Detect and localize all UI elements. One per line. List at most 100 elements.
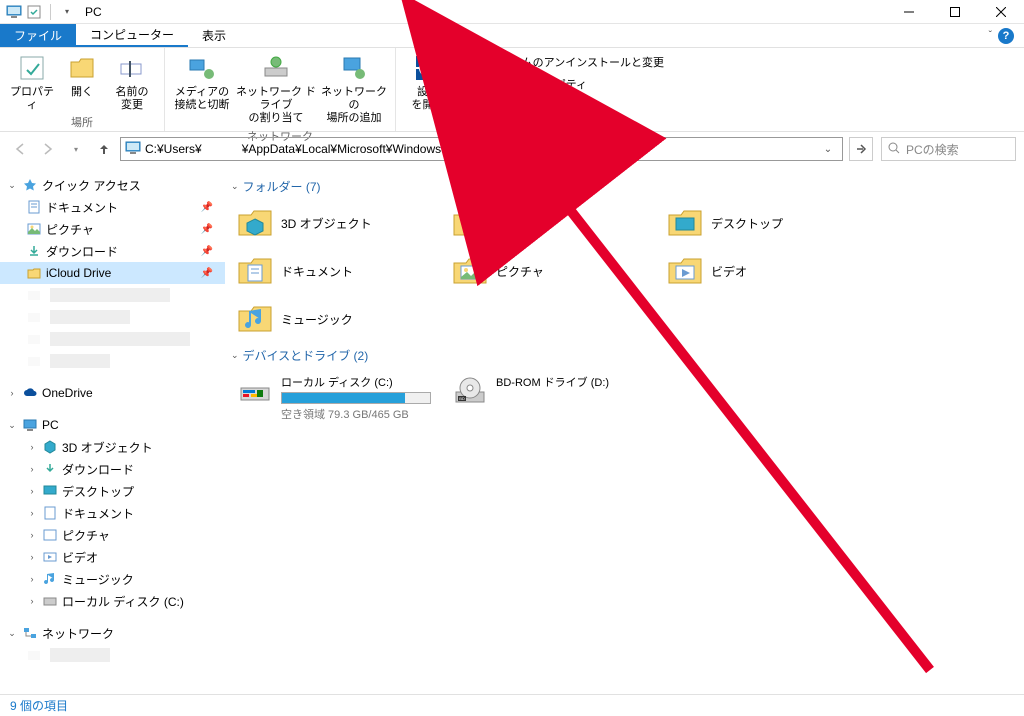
music-icon (42, 571, 58, 587)
status-item-count: 9 個の項目 (10, 697, 68, 714)
open-button[interactable]: 開く (58, 50, 106, 99)
chevron-down-icon: ⌄ (231, 350, 239, 361)
system-properties-icon (458, 76, 474, 92)
nav-item-music[interactable]: ›ミュージック (0, 568, 225, 590)
chevron-down-icon[interactable]: ⌄ (6, 420, 18, 431)
chevron-down-icon[interactable]: ⌄ (6, 180, 18, 191)
drive-usage-bar (281, 392, 431, 404)
nav-item-desktop[interactable]: ›デスクトップ (0, 480, 225, 502)
help-icon[interactable]: ? (998, 28, 1014, 44)
nav-item-redacted[interactable] (0, 644, 225, 666)
folder-label: ミュージック (281, 311, 353, 328)
nav-item-redacted[interactable] (0, 284, 225, 306)
nav-back-button[interactable] (8, 137, 32, 161)
folder-item[interactable]: ドキュメント (229, 247, 444, 295)
chevron-down-icon[interactable]: ⌄ (6, 628, 18, 639)
address-input[interactable] (145, 142, 814, 156)
rename-button[interactable]: 名前の 変更 (108, 50, 156, 112)
3d-icon (42, 439, 58, 455)
folder-item[interactable]: ピクチャ (444, 247, 659, 295)
nav-item-redacted[interactable] (0, 328, 225, 350)
nav-item-pictures[interactable]: ピクチャ 📌 (0, 218, 225, 240)
go-button[interactable] (849, 137, 873, 161)
drive-item[interactable]: ローカル ディスク (C:)空き領域 79.3 GB/465 GB (229, 368, 444, 428)
picture-icon (42, 527, 58, 543)
pc-icon (22, 417, 38, 433)
uninstall-icon (458, 54, 474, 70)
nav-item-pc-downloads[interactable]: ›ダウンロード (0, 458, 225, 480)
pin-icon: 📌 (201, 224, 213, 235)
folder-icon (237, 253, 273, 289)
group-header-drives[interactable]: ⌄ デバイスとドライブ (2) (229, 343, 1020, 368)
folder-item[interactable]: ミュージック (229, 295, 444, 343)
nav-pc[interactable]: ⌄ PC (0, 414, 225, 436)
maximize-button[interactable] (932, 0, 978, 24)
nav-item-pc-pictures[interactable]: ›ピクチャ (0, 524, 225, 546)
nav-item-redacted[interactable] (0, 350, 225, 372)
search-placeholder: PCの検索 (906, 141, 959, 158)
nav-network[interactable]: ⌄ ネットワーク (0, 622, 225, 644)
ribbon-collapse-icon[interactable]: ˇ (989, 30, 992, 41)
video-icon (42, 549, 58, 565)
navigation-pane: ⌄ クイック アクセス ドキュメント 📌 ピクチャ 📌 ダウンロード 📌 iCl… (0, 166, 225, 694)
pin-icon: 📌 (201, 246, 213, 257)
tab-file[interactable]: ファイル (0, 24, 76, 47)
search-box[interactable]: PCの検索 (881, 137, 1016, 161)
nav-up-button[interactable] (92, 137, 116, 161)
nav-item-icloud[interactable]: iCloud Drive 📌 (0, 262, 225, 284)
search-icon (888, 142, 900, 157)
ribbon: プロパティ 開く 名前の 変更 場所 メディアの 接続と切断 ネットワーク ドラ… (0, 48, 1024, 132)
tab-view[interactable]: 表示 (188, 24, 240, 47)
nav-onedrive[interactable]: › OneDrive (0, 382, 225, 404)
folder-icon (452, 253, 488, 289)
pc-icon (6, 4, 22, 20)
folder-icon (237, 301, 273, 337)
folder-item[interactable]: ダウンロー (444, 199, 659, 247)
pin-icon: 📌 (201, 202, 213, 213)
drive-free-space: 空き領域 79.3 GB/465 GB (281, 406, 431, 422)
qat-dropdown-icon[interactable]: ▾ (59, 4, 75, 20)
drive-icon: BD (452, 374, 488, 410)
tab-computer[interactable]: コンピューター (76, 24, 188, 47)
system-properties-button[interactable]: システムのプロパティ (454, 74, 668, 94)
address-bar[interactable]: ⌄ (120, 137, 843, 161)
folder-icon (237, 205, 273, 241)
nav-recent-dropdown[interactable]: ▾ (64, 137, 88, 161)
nav-quick-access[interactable]: ⌄ クイック アクセス (0, 174, 225, 196)
address-dropdown-icon[interactable]: ⌄ (818, 144, 838, 155)
folder-icon (26, 287, 42, 303)
nav-item-videos[interactable]: ›ビデオ (0, 546, 225, 568)
manage-button[interactable]: 管理 (454, 96, 668, 116)
address-pc-icon (125, 140, 141, 159)
open-settings-button[interactable]: 設定 を開く (404, 50, 452, 112)
properties-button[interactable]: プロパティ (8, 50, 56, 112)
content-pane: ⌄ フォルダー (7) 3D オブジェクト ダウンローデスクトップドキュメント ピク… (225, 166, 1024, 694)
folder-item[interactable]: デスクトップ (659, 199, 874, 247)
window-title: PC (85, 5, 102, 19)
folder-item[interactable]: 3D オブジェクト (229, 199, 444, 247)
nav-item-3d-objects[interactable]: ›3D オブジェクト (0, 436, 225, 458)
group-header-folders[interactable]: ⌄ フォルダー (7) (229, 174, 1020, 199)
map-drive-button[interactable]: ネットワーク ドライブ の割り当て (233, 50, 319, 126)
nav-item-documents[interactable]: ドキュメント 📌 (0, 196, 225, 218)
nav-item-local-disk[interactable]: ›ローカル ディスク (C:) (0, 590, 225, 612)
add-network-location-button[interactable]: ネットワークの 場所の追加 (321, 50, 387, 126)
drive-item[interactable]: BDBD-ROM ドライブ (D:) (444, 368, 659, 428)
folder-label: ドキュメント (281, 263, 353, 280)
folder-label: ピクチャ (496, 263, 544, 280)
folder-label: 3D オブジェクト (281, 215, 372, 232)
nav-forward-button[interactable] (36, 137, 60, 161)
uninstall-programs-button[interactable]: プログラムのアンインストールと変更 (454, 52, 668, 72)
desktop-icon (42, 483, 58, 499)
minimize-button[interactable] (886, 0, 932, 24)
folder-icon (667, 253, 703, 289)
nav-item-redacted[interactable] (0, 306, 225, 328)
ribbon-group-location-label: 場所 (71, 112, 93, 133)
nav-item-pc-documents[interactable]: ›ドキュメント (0, 502, 225, 524)
chevron-right-icon[interactable]: › (6, 388, 18, 398)
nav-item-downloads[interactable]: ダウンロード 📌 (0, 240, 225, 262)
qat-properties-icon[interactable] (26, 4, 42, 20)
media-connect-button[interactable]: メディアの 接続と切断 (173, 50, 231, 112)
folder-item[interactable]: ビデオ (659, 247, 874, 295)
close-button[interactable] (978, 0, 1024, 24)
